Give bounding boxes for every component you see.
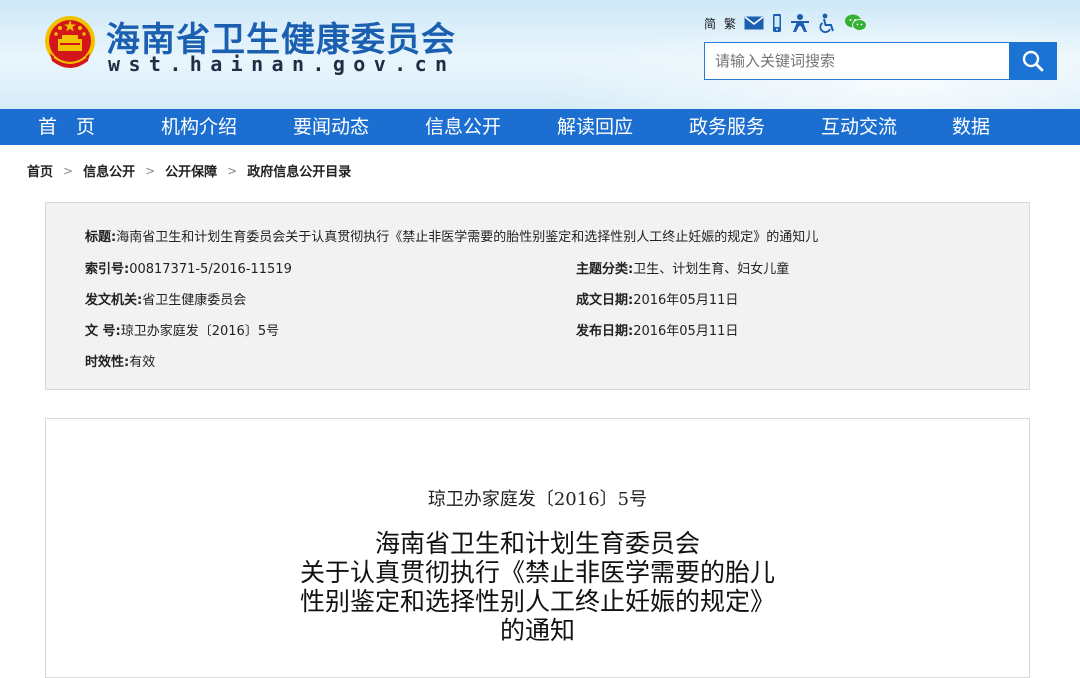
- document-title-line: 海南省卫生和计划生育委员会: [374, 529, 700, 558]
- national-emblem-icon[interactable]: [42, 13, 98, 73]
- document-title-line: 的通知: [499, 616, 575, 645]
- document-metadata: 标题:海南省卫生和计划生育委员会关于认真贯彻执行《禁止非医学需要的胎性别鉴定和选…: [45, 202, 1030, 390]
- accessibility-elder-icon[interactable]: [790, 13, 810, 33]
- meta-docno-value: 琼卫办家庭发〔2016〕5号: [120, 324, 280, 339]
- nav-item-data[interactable]: 数据: [925, 109, 1017, 145]
- meta-created-value: 2016年05月11日: [633, 293, 739, 308]
- search-bar: [704, 42, 1057, 80]
- nav-item-disclosure[interactable]: 信息公开: [397, 109, 529, 145]
- document-number: 琼卫办家庭发〔2016〕5号: [427, 489, 648, 510]
- meta-title: 标题:海南省卫生和计划生育委员会关于认真贯彻执行《禁止非医学需要的胎性别鉴定和选…: [85, 226, 818, 245]
- main-nav: 首 页 机构介绍 要闻动态 信息公开 解读回应 政务服务 互动交流 数据: [0, 109, 1080, 145]
- site-header: 海南省卫生健康委员会 wst.hainan.gov.cn 简 繁: [0, 0, 1080, 109]
- wechat-icon[interactable]: [844, 13, 868, 33]
- nav-item-interpretation[interactable]: 解读回应: [529, 109, 661, 145]
- nav-item-interaction[interactable]: 互动交流: [793, 109, 925, 145]
- breadcrumb-guarantee[interactable]: 公开保障: [165, 161, 217, 180]
- document-title-line: 性别鉴定和选择性别人工终止妊娠的规定》: [299, 587, 775, 616]
- meta-title-label: 标题:: [85, 230, 117, 245]
- accessibility-icon[interactable]: [818, 13, 836, 33]
- breadcrumb-catalog[interactable]: 政府信息公开目录: [247, 161, 351, 180]
- meta-published-value: 2016年05月11日: [633, 324, 739, 339]
- meta-index-label: 索引号:: [85, 262, 130, 277]
- meta-validity: 时效性:有效: [85, 351, 155, 370]
- breadcrumb-home[interactable]: 首页: [27, 161, 53, 180]
- simplified-chinese-link[interactable]: 简: [704, 15, 716, 32]
- search-input[interactable]: [704, 42, 1009, 80]
- meta-index: 索引号:00817371-5/2016-11519: [85, 258, 292, 277]
- meta-issuer-label: 发文机关:: [85, 293, 143, 308]
- meta-issuer: 发文机关:省卫生健康委员会: [85, 289, 246, 308]
- meta-created-label: 成文日期:: [576, 293, 634, 308]
- nav-item-services[interactable]: 政务服务: [661, 109, 793, 145]
- meta-title-value: 海南省卫生和计划生育委员会关于认真贯彻执行《禁止非医学需要的胎性别鉴定和选择性别…: [116, 230, 819, 245]
- meta-issuer-value: 省卫生健康委员会: [142, 293, 247, 308]
- meta-document-number: 文 号:琼卫办家庭发〔2016〕5号: [85, 320, 279, 339]
- meta-created-date: 成文日期:2016年05月11日: [576, 289, 738, 308]
- meta-topic-value: 卫生、计划生育、妇女儿童: [633, 262, 790, 277]
- document-title-line: 关于认真贯彻执行《禁止非医学需要的胎儿: [299, 558, 775, 587]
- breadcrumb-separator: >: [227, 163, 238, 178]
- meta-index-value: 00817371-5/2016-11519: [129, 262, 292, 277]
- nav-item-home[interactable]: 首 页: [0, 109, 133, 145]
- breadcrumb-disclosure[interactable]: 信息公开: [83, 161, 135, 180]
- meta-published-label: 发布日期:: [576, 324, 634, 339]
- search-button[interactable]: [1009, 42, 1057, 80]
- meta-docno-label: 文 号:: [85, 324, 121, 339]
- utility-bar: 简 繁: [704, 13, 868, 33]
- breadcrumb-separator: >: [63, 163, 74, 178]
- traditional-chinese-link[interactable]: 繁: [724, 15, 736, 32]
- meta-topic-label: 主题分类:: [576, 262, 634, 277]
- search-icon: [1022, 50, 1044, 72]
- nav-item-news[interactable]: 要闻动态: [265, 109, 397, 145]
- mobile-icon[interactable]: [772, 13, 782, 33]
- nav-item-organization[interactable]: 机构介绍: [133, 109, 265, 145]
- meta-validity-label: 时效性:: [85, 355, 130, 370]
- mail-icon[interactable]: [744, 16, 764, 30]
- document-body: 琼卫办家庭发〔2016〕5号 海南省卫生和计划生育委员会 关于认真贯彻执行《禁止…: [45, 418, 1030, 678]
- breadcrumb-separator: >: [145, 163, 156, 178]
- breadcrumb: 首页 > 信息公开 > 公开保障 > 政府信息公开目录: [27, 161, 351, 181]
- document-title: 海南省卫生和计划生育委员会 关于认真贯彻执行《禁止非医学需要的胎儿 性别鉴定和选…: [46, 529, 1029, 645]
- site-domain: wst.hainan.gov.cn: [108, 52, 456, 76]
- meta-topic: 主题分类:卫生、计划生育、妇女儿童: [576, 258, 789, 277]
- meta-published-date: 发布日期:2016年05月11日: [576, 320, 738, 339]
- meta-validity-value: 有效: [129, 355, 156, 370]
